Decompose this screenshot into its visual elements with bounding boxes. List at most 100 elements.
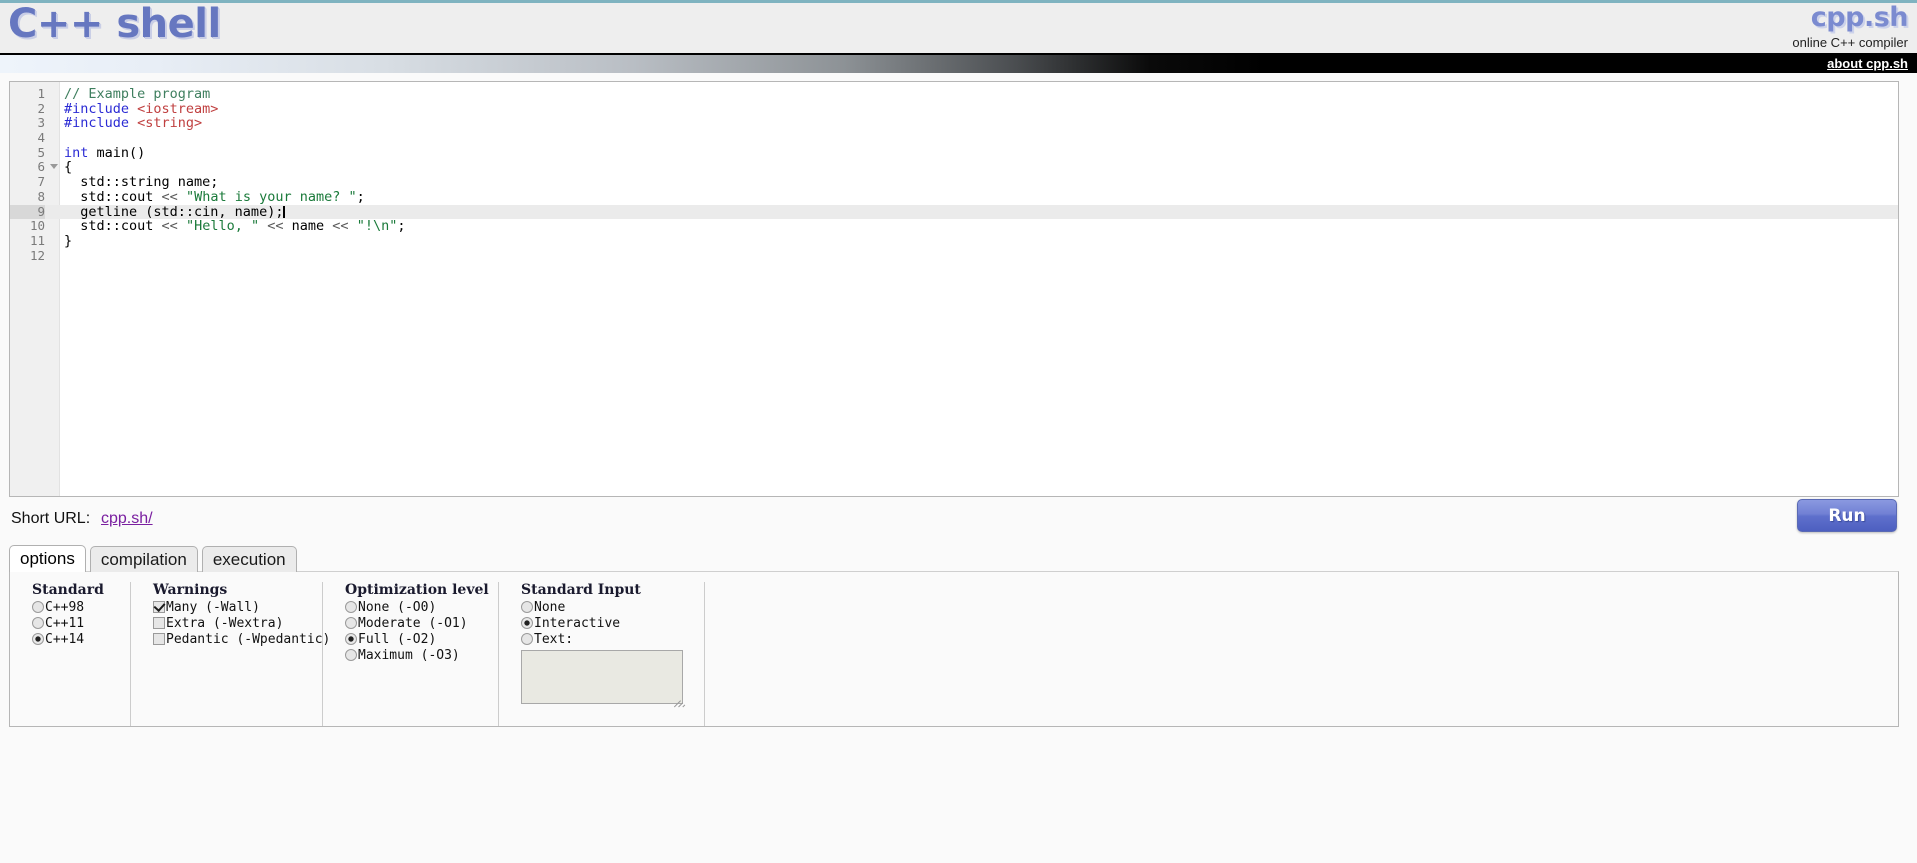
brand-tagline: online C++ compiler	[1792, 35, 1908, 50]
standard-title: Standard	[32, 582, 104, 598]
optimization-option-full-o2[interactable]: Full (-O2)	[345, 632, 498, 648]
line-number: 1	[37, 86, 45, 101]
line-code: // Example program	[64, 86, 211, 102]
standard-option-c++14[interactable]: C++14	[32, 632, 130, 648]
line-number: 8	[37, 188, 45, 204]
option-label: Maximum (-O3)	[358, 648, 460, 663]
short-url-label: Short URL:	[11, 510, 91, 527]
code-line[interactable]: 7 std::string name;	[10, 174, 1898, 190]
tab-bar: options compilation execution	[9, 545, 1899, 572]
radio-icon[interactable]	[32, 601, 44, 613]
line-code: {	[64, 159, 73, 176]
option-label: C++98	[45, 600, 85, 615]
nav-bar: about cpp.sh	[0, 55, 1917, 73]
warning-option-pedantic-wpedantic[interactable]: Pedantic (-Wpedantic)	[153, 632, 330, 648]
radio-icon[interactable]	[345, 633, 357, 645]
line-number: 12	[29, 247, 45, 263]
line-code: #include <string>	[64, 115, 203, 132]
warning-option-many-wall[interactable]: Many (-Wall)	[153, 600, 322, 616]
code-line[interactable]: 6{	[10, 160, 1898, 175]
option-label: Moderate (-O1)	[358, 616, 468, 631]
line-code: std::cout << "What is your name? ";	[64, 188, 365, 205]
option-label: Pedantic (-Wpedantic)	[166, 632, 331, 647]
optimization-option-moderate-o1[interactable]: Moderate (-O1)	[345, 616, 498, 632]
stdin-option-none[interactable]: None	[521, 600, 704, 616]
code-fold-triangle-icon[interactable]	[50, 164, 58, 170]
line-code: }	[64, 232, 73, 249]
checkbox-icon[interactable]	[153, 633, 165, 645]
line-number: 6	[37, 159, 45, 175]
warnings-title: Warnings	[153, 582, 228, 598]
radio-icon[interactable]	[345, 649, 357, 661]
option-label: Extra (-Wextra)	[166, 616, 284, 631]
radio-icon[interactable]	[345, 617, 357, 629]
code-line[interactable]: 11}	[10, 232, 1898, 249]
options-panel: Standard C++98 C++11 C++14 Warnings Many (…	[9, 571, 1899, 727]
line-number: 11	[29, 232, 45, 248]
code-line[interactable]: 5 int main()	[10, 144, 1898, 161]
standard-input-column: Standard Input None Interactive Text:	[498, 582, 704, 726]
line-number: 10	[29, 218, 45, 234]
standard-column: Standard C++98 C++11 C++14	[10, 582, 130, 726]
tab-options[interactable]: options	[9, 545, 86, 572]
line-number: 7	[37, 174, 45, 190]
tab-execution[interactable]: execution	[201, 546, 297, 572]
checkbox-icon[interactable]	[153, 601, 165, 613]
brand-name: cpp.sh	[1810, 2, 1909, 33]
optimization-column: Optimization level None (-O0) Moderate (-…	[322, 582, 498, 726]
option-label: C++11	[45, 616, 85, 631]
stdin-option-interactive[interactable]: Interactive	[521, 616, 704, 632]
optimization-option-none-o0[interactable]: None (-O0)	[345, 600, 498, 616]
tab-compilation[interactable]: compilation	[89, 546, 198, 572]
code-line[interactable]: 2 #include <iostream>	[10, 100, 1898, 117]
run-button[interactable]: Run	[1797, 499, 1897, 532]
option-label: None (-O0)	[358, 600, 437, 615]
brand-block: cpp.sh online C++ compiler	[1792, 4, 1908, 49]
main-panel: 1// Example program 2 #include <iostream> 3…	[9, 81, 1899, 727]
site-header: C++ shell cpp.sh online C++ compiler	[0, 1, 1917, 55]
standard-option-c++11[interactable]: C++11	[32, 616, 130, 632]
resize-grip-icon[interactable]	[671, 692, 686, 708]
optimization-title: Optimization level	[345, 582, 489, 598]
optimization-option-maximum-o3[interactable]: Maximum (-O3)	[345, 648, 498, 664]
panel-spacer	[704, 582, 1898, 726]
code-line[interactable]: 4	[10, 130, 1898, 146]
line-number: 3	[37, 115, 45, 131]
short-url-row: Short URL: cpp.sh/ Run	[9, 499, 1899, 541]
code-line[interactable]: 10 std::cout << "Hello, " << name << "!\…	[10, 218, 1898, 235]
code-line[interactable]: 8 std::cout << "What is your name? ";	[10, 188, 1898, 205]
code-line[interactable]: 9 getline (std::cin, name);	[10, 203, 1898, 220]
short-url-link[interactable]: cpp.sh/	[101, 510, 153, 528]
line-number: 5	[37, 144, 45, 160]
radio-icon[interactable]	[521, 601, 533, 613]
text-caret	[283, 205, 285, 218]
line-number: 9	[10, 204, 45, 220]
option-label: Full (-O2)	[358, 632, 437, 647]
radio-icon[interactable]	[521, 633, 533, 645]
radio-icon[interactable]	[345, 601, 357, 613]
line-code: #include <iostream>	[64, 100, 219, 117]
line-number: 2	[37, 100, 45, 116]
line-code: int main()	[64, 144, 146, 161]
radio-icon[interactable]	[521, 617, 533, 629]
warnings-column: Warnings Many (-Wall) Extra (-Wextra) Peda…	[130, 582, 330, 726]
radio-icon[interactable]	[32, 617, 44, 629]
checkbox-icon[interactable]	[153, 617, 165, 629]
standard-option-c++98[interactable]: C++98	[32, 600, 130, 616]
line-code: std::cout << "Hello, " << name << "!\n";	[64, 218, 406, 235]
code-line[interactable]: 3 #include <string>	[10, 116, 1898, 131]
stdin-option-text[interactable]: Text:	[521, 632, 704, 648]
option-label: None	[534, 600, 566, 615]
option-label: Many (-Wall)	[166, 600, 260, 615]
radio-icon[interactable]	[32, 633, 44, 645]
about-link[interactable]: about cpp.sh	[1827, 56, 1908, 72]
code-line[interactable]: 12	[10, 247, 1898, 264]
standard-input-textarea[interactable]	[521, 650, 686, 708]
line-code: getline (std::cin, name);	[64, 203, 285, 220]
code-line[interactable]: 1 // Example program	[10, 86, 1898, 102]
standard-input-title: Standard Input	[521, 582, 641, 598]
page-root: C++ shell cpp.sh online C++ compiler abo…	[0, 0, 1917, 863]
code-editor[interactable]: 1// Example program 2 #include <iostream> 3…	[9, 81, 1899, 497]
warning-option-extra-wextra[interactable]: Extra (-Wextra)	[153, 616, 322, 632]
code-content[interactable]: 1// Example program 2 #include <iostream> 3…	[10, 82, 1898, 496]
